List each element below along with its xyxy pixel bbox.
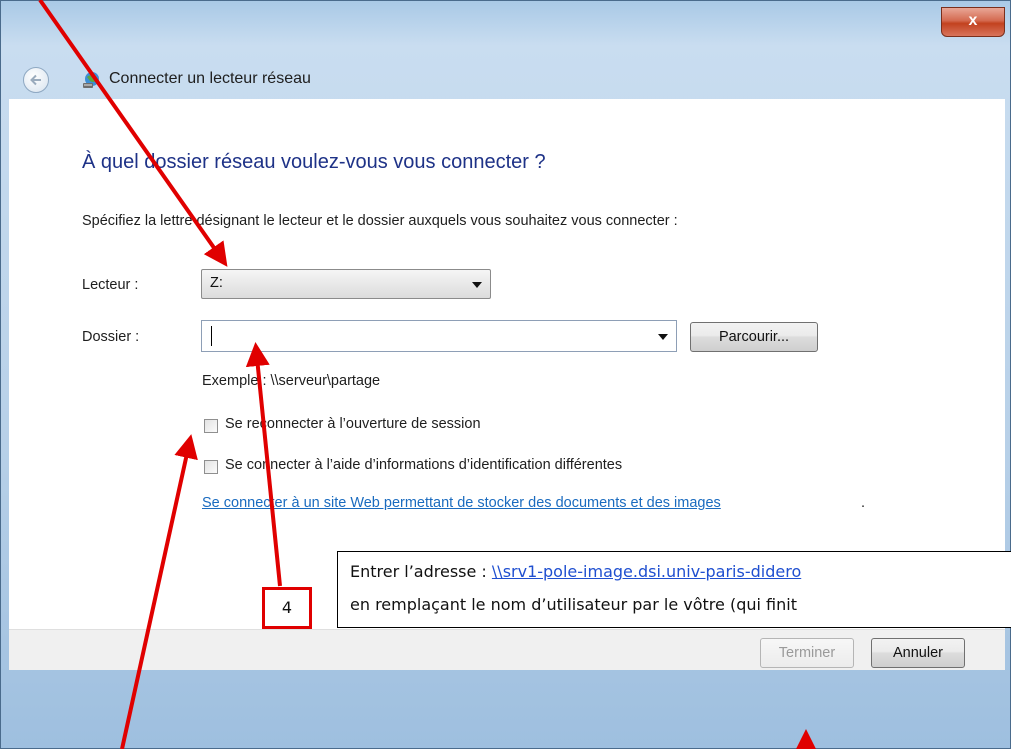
page-heading: À quel dossier réseau voulez-vous vous c…	[82, 151, 546, 173]
window-frame: x Connecter un lecteur réseau À quel dos…	[0, 0, 1011, 749]
network-drive-icon	[83, 72, 99, 88]
back-button[interactable]	[23, 67, 49, 93]
drive-label: Lecteur :	[82, 277, 139, 293]
back-arrow-icon	[30, 74, 41, 86]
chevron-down-icon[interactable]	[658, 334, 668, 340]
step-number-box: 4	[262, 587, 312, 629]
folder-label: Dossier :	[82, 329, 140, 345]
browse-button[interactable]: Parcourir...	[690, 322, 818, 352]
instruction-callout: Entrer l’adresse : \\srv1-pole-image.dsi…	[337, 551, 1011, 628]
link-period: .	[861, 495, 866, 511]
cancel-button[interactable]: Annuler	[871, 638, 965, 668]
finish-button[interactable]: Terminer	[760, 638, 854, 668]
navigation-bar: Connecter un lecteur réseau	[9, 59, 1005, 99]
drive-letter-value: Z:	[210, 275, 223, 291]
window-title: Connecter un lecteur réseau	[109, 70, 311, 87]
text-cursor	[211, 326, 212, 346]
dialog-footer: Terminer Annuler	[9, 629, 1005, 670]
drive-letter-select[interactable]: Z:	[201, 269, 491, 299]
chevron-down-icon	[472, 282, 482, 288]
server-address-link[interactable]: \\srv1-pole-image.dsi.univ-paris-didero	[492, 562, 801, 581]
callout-prefix: Entrer l’adresse :	[350, 562, 492, 581]
callout-line-2: en remplaçant le nom d’utilisateur par l…	[350, 595, 797, 614]
reconnect-checkbox[interactable]	[204, 419, 218, 433]
other-credentials-label[interactable]: Se connecter à l’aide d’informations d’i…	[225, 457, 622, 473]
instructions-text: Spécifiez la lettre désignant le lecteur…	[82, 213, 678, 229]
folder-input[interactable]	[201, 320, 677, 352]
other-credentials-checkbox[interactable]	[204, 460, 218, 474]
example-hint: Exemple : \\serveur\partage	[202, 373, 381, 389]
web-storage-link[interactable]: Se connecter à un site Web permettant de…	[202, 495, 721, 511]
reconnect-label[interactable]: Se reconnecter à l’ouverture de session	[225, 416, 481, 432]
dialog-content: À quel dossier réseau voulez-vous vous c…	[9, 99, 1011, 670]
close-button[interactable]: x	[941, 7, 1005, 37]
callout-line-1: Entrer l’adresse : \\srv1-pole-image.dsi…	[350, 562, 801, 581]
